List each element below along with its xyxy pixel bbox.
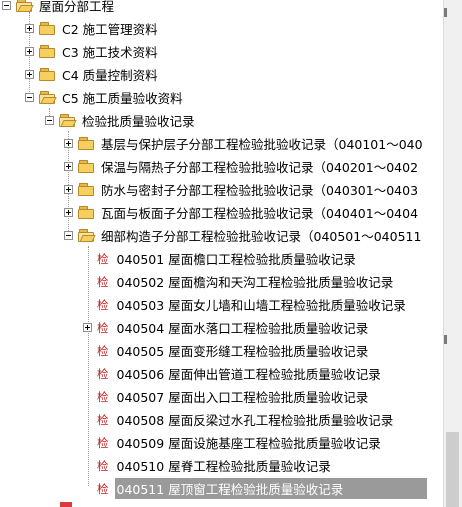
folder-open-icon [59, 114, 77, 127]
tree-record-label: 040502 屋面檐沟和天沟工程检验批质量验收记录 [116, 275, 394, 290]
folder-icon [78, 137, 94, 150]
tree-record-040501[interactable]: 检 040501 屋面檐口工程检验批质量验收记录 [97, 247, 358, 270]
expand-icon[interactable] [25, 70, 34, 79]
scroll-marker [444, 335, 447, 344]
scrollbar-thumb[interactable] [446, 432, 459, 507]
expand-icon[interactable] [64, 185, 73, 194]
tree-record-040509[interactable]: 检 040509 屋面设施基座工程检验批质量验收记录 [97, 431, 383, 454]
tree-record-040504[interactable]: 检 040504 屋面水落口工程检验批质量验收记录 [83, 316, 370, 339]
check-badge-icon: 检 [97, 343, 109, 358]
tree-record-040506[interactable]: 检 040506 屋面伸出管道工程检验批质量验收记录 [97, 362, 383, 385]
tree-node-subgroup[interactable]: 保温与隔热子分部工程检验批验收记录（040201～0402 [64, 155, 420, 178]
check-badge-icon: 检 [97, 435, 109, 450]
folder-icon [78, 183, 94, 196]
vertical-scrollbar[interactable] [443, 0, 462, 507]
check-badge-icon: 检 [97, 297, 109, 312]
tree-node-root[interactable]: 屋面分部工程 [2, 0, 116, 17]
tree-node-c2[interactable]: C2 施工管理资料 [25, 17, 160, 40]
folder-icon [78, 206, 94, 219]
tree-record-label: 040501 屋面檐口工程检验批质量验收记录 [116, 252, 356, 267]
expand-icon[interactable] [25, 47, 34, 56]
tree-record-040502[interactable]: 检 040502 屋面檐沟和天沟工程检验批质量验收记录 [97, 270, 395, 293]
check-badge-icon: 检 [97, 274, 109, 289]
tree-node-label: C3 施工技术资料 [62, 45, 158, 60]
tree-node-label: C4 质量控制资料 [62, 68, 158, 83]
expand-icon[interactable] [64, 139, 73, 148]
project-tree: 屋面分部工程 C2 施工管理资料 C3 施工技术资料 C4 质量控制资料 C5 … [0, 0, 444, 507]
tree-record-040507[interactable]: 检 040507 屋面出入口工程检验批质量验收记录 [97, 385, 370, 408]
tree-record-040503[interactable]: 检 040503 屋面女儿墙和山墙工程检验批质量验收记录 [97, 293, 408, 316]
collapse-icon[interactable] [45, 116, 54, 125]
tree-record-040508[interactable]: 检 040508 屋面反梁过水孔工程检验批质量验收记录 [97, 408, 395, 431]
tree-node-label: 检验批质量验收记录 [82, 114, 195, 129]
check-badge-icon: 检 [97, 481, 109, 496]
collapse-icon[interactable] [25, 93, 34, 102]
tree-node-c5[interactable]: C5 施工质量验收资料 [25, 86, 185, 109]
tree-node-label: 屋面分部工程 [39, 0, 115, 14]
tree-node-c4[interactable]: C4 质量控制资料 [25, 63, 160, 86]
tree-record-label: 040506 屋面伸出管道工程检验批质量验收记录 [116, 367, 381, 382]
tree-record-label: 040504 屋面水落口工程检验批质量验收记录 [116, 321, 369, 336]
tree-node-c3[interactable]: C3 施工技术资料 [25, 40, 160, 63]
tree-node-label: C5 施工质量验收资料 [62, 91, 183, 106]
collapse-icon[interactable] [2, 1, 11, 10]
check-badge-icon: 检 [97, 458, 109, 473]
tree-record-label: 040505 屋面变形缝工程检验批质量验收记录 [116, 344, 369, 359]
tree-node-subgroup[interactable]: 细部构造子分部工程检验批验收记录（040501～040511 [64, 224, 423, 247]
folder-open-icon [78, 229, 96, 242]
tree-node-label: C2 施工管理资料 [62, 22, 158, 37]
expand-icon[interactable] [83, 323, 92, 332]
folder-icon [39, 22, 55, 35]
tree-node-subgroup[interactable]: 基层与保护层子分部工程检验批验收记录（040101～040 [64, 132, 425, 155]
folder-open-icon [39, 91, 57, 104]
check-badge-icon: 检 [97, 412, 109, 427]
expand-icon[interactable] [64, 162, 73, 171]
tree-node-label: 瓦面与板面子分部工程检验批验收记录（040401～0404 [101, 206, 419, 221]
tree-record-label: 040507 屋面出入口工程检验批质量验收记录 [116, 390, 369, 405]
check-badge-icon: 检 [97, 389, 109, 404]
tree-node-subgroup[interactable]: 瓦面与板面子分部工程检验批验收记录（040401～0404 [64, 201, 420, 224]
folder-icon [39, 68, 55, 81]
tree-record-040510[interactable]: 检 040510 屋脊工程检验批质量验收记录 [97, 454, 333, 477]
tree-record-label: 040509 屋面设施基座工程检验批质量验收记录 [116, 436, 381, 451]
scroll-marker [444, 8, 447, 17]
check-badge-icon: 检 [97, 251, 109, 266]
tree-node-inspection-group[interactable]: 检验批质量验收记录 [45, 109, 197, 132]
folder-open-icon [16, 0, 34, 12]
folder-icon [39, 45, 55, 58]
expand-icon[interactable] [25, 24, 34, 33]
expand-icon[interactable] [64, 208, 73, 217]
check-badge-icon: 检 [97, 366, 109, 381]
tree-record-label: 040508 屋面反梁过水孔工程检验批质量验收记录 [116, 413, 394, 428]
partial-record-icon [60, 502, 72, 507]
tree-record-label: 040510 屋脊工程检验批质量验收记录 [116, 459, 331, 474]
tree-record-label: 040503 屋面女儿墙和山墙工程检验批质量验收记录 [116, 298, 406, 313]
tree-node-subgroup[interactable]: 防水与密封子分部工程检验批验收记录（040301～0403 [64, 178, 420, 201]
tree-record-040505[interactable]: 检 040505 屋面变形缝工程检验批质量验收记录 [97, 339, 370, 362]
folder-icon [78, 160, 94, 173]
tree-node-label: 保温与隔热子分部工程检验批验收记录（040201～0402 [101, 160, 419, 175]
tree-node-label: 基层与保护层子分部工程检验批验收记录（040101～040 [101, 137, 423, 152]
tree-record-040511[interactable]: 检 040511 屋顶窗工程检验批质量验收记录 [97, 477, 427, 500]
tree-record-label-selected: 040511 屋顶窗工程检验批质量验收记录 [114, 478, 427, 499]
collapse-icon[interactable] [64, 231, 73, 240]
tree-node-label: 细部构造子分部工程检验批验收记录（040501～040511 [101, 229, 422, 244]
check-badge-icon: 检 [97, 320, 109, 335]
tree-node-label: 防水与密封子分部工程检验批验收记录（040301～0403 [101, 183, 419, 198]
